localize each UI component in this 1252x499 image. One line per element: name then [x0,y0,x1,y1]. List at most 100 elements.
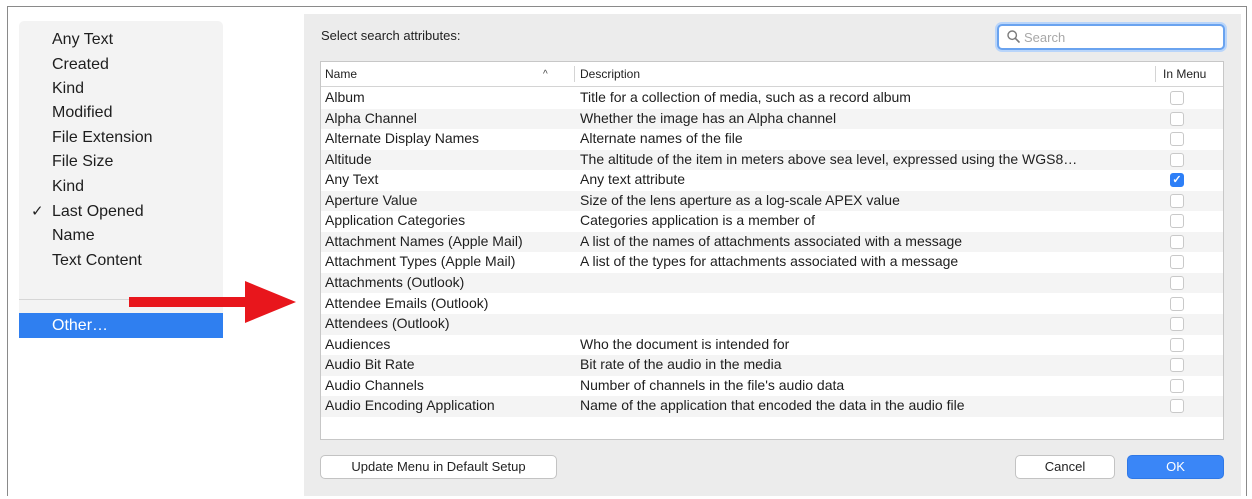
cell-name: Attachment Names (Apple Mail) [325,232,523,249]
cell-description: Who the document is intended for [580,335,790,352]
menu-item-label: File Size [52,153,114,170]
table-row[interactable]: Audio Encoding Application Name of the ap… [321,396,1223,417]
menu-item[interactable]: Kind [19,77,223,101]
table-row[interactable]: Album Title for a collection of media, su… [321,88,1223,109]
red-arrow-icon [129,281,296,323]
in-menu-checkbox[interactable] [1170,358,1184,373]
search-field[interactable] [997,24,1225,50]
menu-item-label: Created [52,56,109,73]
cell-description: Any text attribute [580,171,686,188]
cell-description: A list of the types for attachments asso… [580,253,959,270]
search-attributes-dialog: Select search attributes: Name ^ Descrip… [304,14,1241,496]
in-menu-checkbox[interactable] [1170,378,1184,393]
update-menu-button[interactable]: Update Menu in Default Setup [320,455,557,479]
menu-item[interactable]: Modified [19,101,223,125]
checkmark-icon: ✓ [31,203,44,220]
cell-name: Audiences [325,335,391,352]
table-header: Name ^ Description In Menu [321,62,1223,87]
search-icon [1007,30,1020,43]
column-header-in-menu[interactable]: In Menu [1163,62,1206,87]
cell-description: Alternate names of the file [580,130,743,147]
table-row[interactable]: Audio Channels Number of channels in the … [321,376,1223,397]
in-menu-checkbox[interactable] [1170,193,1184,208]
menu-item[interactable]: File Size [19,150,223,174]
menu-item[interactable]: Created [19,53,223,77]
in-menu-checkbox[interactable] [1170,296,1184,311]
cell-name: Aperture Value [325,191,418,208]
menu-item-label: Name [52,227,95,244]
menu-item-label: Modified [52,104,113,121]
attribute-popup-menu: Text Content Name ✓ Last Opened Kind File Siz… [19,21,223,338]
ok-button[interactable]: OK [1127,455,1224,479]
column-header-description[interactable]: Description [580,62,640,87]
in-menu-checkbox[interactable] [1170,255,1184,270]
menu-item[interactable]: Text Content [19,249,223,273]
cell-name: Audio Bit Rate [325,356,415,373]
column-divider[interactable] [574,66,575,82]
table-row[interactable]: Attachment Types (Apple Mail) A list of t… [321,252,1223,273]
table-row[interactable]: Attachments (Outlook) [321,272,1223,294]
in-menu-checkbox[interactable] [1170,275,1184,290]
sort-ascending-icon: ^ [543,69,548,80]
cancel-button[interactable]: Cancel [1015,455,1115,479]
checkmark-icon: ✓ [1172,174,1182,187]
table-row[interactable]: Audiences Who the document is intended fo… [321,335,1223,356]
cell-name: Attachments (Outlook) [325,273,465,290]
menu-item-label: Kind [52,80,85,97]
cell-name: Attendee Emails (Outlook) [325,294,489,311]
menu-item[interactable]: File Extension [19,126,223,150]
menu-item[interactable]: ✓ Last Opened [19,200,223,224]
in-menu-checkbox[interactable] [1170,399,1184,414]
menu-item[interactable]: Kind [19,175,223,199]
menu-item[interactable]: Name [19,224,223,248]
dialog-label: Select search attributes: [321,28,461,43]
menu-item[interactable]: Any Text [19,28,223,52]
cell-name: Alpha Channel [325,109,417,126]
menu-item-label: Text Content [52,252,142,269]
cell-description: Whether the image has an Alpha channel [580,109,837,126]
cell-description: A list of the names of attachments assoc… [580,232,963,249]
cell-name: Any Text [325,171,379,188]
in-menu-checkbox[interactable] [1170,111,1184,126]
table-row[interactable]: Attendee Emails (Outlook) [321,294,1223,315]
in-menu-checkbox[interactable] [1170,214,1184,229]
cell-name: Attendees (Outlook) [325,315,450,332]
search-input[interactable] [1024,28,1214,46]
menu-item-label: Any Text [52,31,114,48]
cell-name: Audio Encoding Application [325,397,495,414]
menu-item-label: File Extension [52,129,153,146]
table-row[interactable]: Aperture Value Size of the lens aperture … [321,190,1223,212]
cell-name: Alternate Display Names [325,130,480,147]
table-row[interactable]: Alternate Display Names Alternate names o… [321,129,1223,150]
in-menu-checkbox[interactable] [1170,337,1184,352]
cell-description: Name of the application that encoded the… [580,397,965,414]
in-menu-checkbox[interactable] [1170,317,1184,332]
cell-description: Number of channels in the file's audio d… [580,376,845,393]
cell-name: Attachment Types (Apple Mail) [325,253,516,270]
table-row[interactable]: Attachment Names (Apple Mail) A list of t… [321,231,1223,253]
in-menu-checkbox[interactable] [1170,234,1184,249]
cell-description: Bit rate of the audio in the media [580,356,782,373]
table-row[interactable]: Audio Bit Rate Bit rate of the audio in t… [321,355,1223,376]
table-row[interactable]: Attendees (Outlook) [321,314,1223,335]
column-header-name[interactable]: Name [325,62,357,87]
table-row[interactable]: Any Text Any text attribute ✓ [321,170,1223,191]
cell-description: Size of the lens aperture as a log-scale… [580,191,900,208]
in-menu-checkbox[interactable]: ✓ [1170,173,1184,188]
table-row[interactable]: Application Categories Categories applica… [321,211,1223,232]
table-row[interactable]: Alpha Channel Whether the image has an Al… [321,108,1223,130]
cell-description: Categories application is a member of [580,212,816,229]
cell-description: The altitude of the item in meters above… [580,150,1078,167]
cell-name: Album [325,89,365,105]
cell-name: Application Categories [325,212,466,229]
column-divider[interactable] [1155,66,1156,82]
cell-name: Altitude [325,150,372,167]
in-menu-checkbox[interactable] [1170,152,1184,167]
in-menu-checkbox[interactable] [1170,132,1184,147]
cell-description: Title for a collection of media, such as… [580,89,911,105]
attributes-table: Name ^ Description In Menu Album Title fo… [320,61,1224,440]
cell-name: Audio Channels [325,376,424,393]
in-menu-checkbox[interactable] [1170,91,1184,105]
table-row[interactable]: Altitude The altitude of the item in mete… [321,149,1223,171]
menu-item-label: Kind [52,178,85,195]
